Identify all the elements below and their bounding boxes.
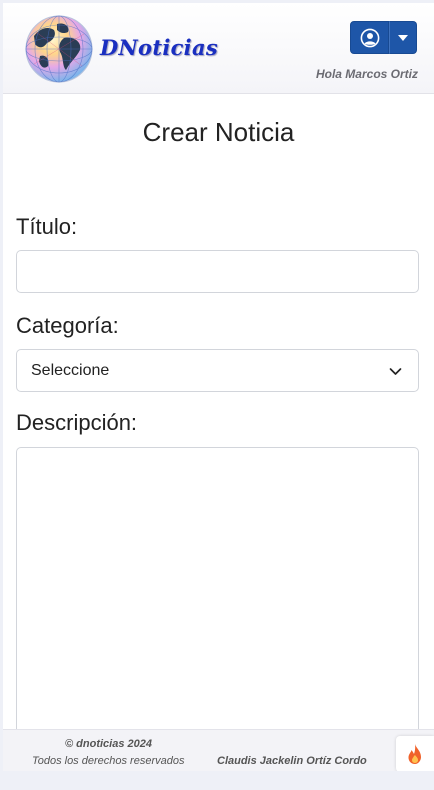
categoria-label: Categoría: [16, 313, 119, 338]
user-button[interactable] [350, 21, 389, 54]
globe-logo-icon[interactable] [24, 14, 94, 84]
user-menu-toggle[interactable] [389, 21, 417, 54]
app-container: DNoticias Hola Marcos Ortiz Crear Notici… [3, 3, 434, 771]
brand-name[interactable]: DNoticias [100, 35, 218, 60]
footer-rights: Todos los derechos reservados [32, 755, 185, 767]
footer: © dnoticias 2024 Todos los derechos rese… [3, 729, 434, 771]
footer-copyright: © dnoticias 2024 [65, 738, 152, 750]
flame-button[interactable] [396, 736, 434, 771]
categoria-selected-value: Seleccione [31, 362, 110, 379]
titulo-input[interactable] [16, 250, 419, 293]
footer-author: Claudis Jackelin Ortíz Cordo [217, 755, 367, 767]
user-menu [350, 21, 417, 54]
user-circle-icon [360, 28, 379, 47]
user-greeting: Hola Marcos Ortiz [315, 67, 418, 81]
caret-down-icon [398, 34, 408, 41]
page: DNoticias Hola Marcos Ortiz Crear Notici… [0, 0, 434, 790]
titulo-label: Título: [16, 214, 78, 239]
page-title: Crear Noticia [142, 117, 295, 147]
header: DNoticias Hola Marcos Ortiz [3, 3, 434, 94]
descripcion-textarea[interactable] [16, 447, 419, 767]
descripcion-label: Descripción: [16, 410, 138, 435]
categoria-select[interactable]: Seleccione [16, 349, 419, 392]
chevron-down-icon [389, 368, 402, 375]
flame-icon [408, 744, 421, 764]
